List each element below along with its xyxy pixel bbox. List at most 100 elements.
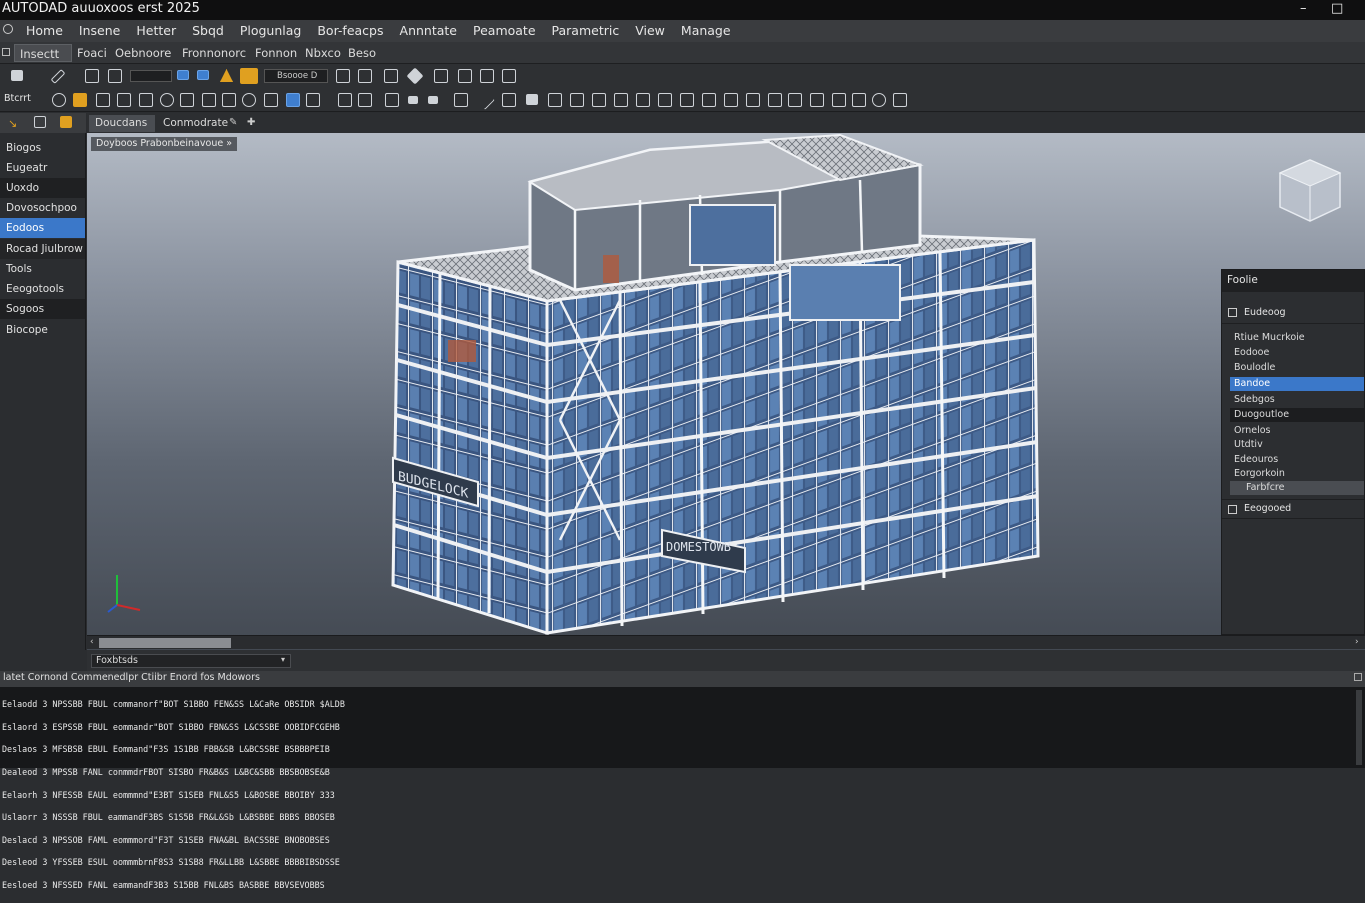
prop-item-bandoe[interactable]: Bandoe [1230, 377, 1364, 391]
menu-insert[interactable]: Insene [71, 23, 128, 38]
tab-insert[interactable]: Insectt [14, 44, 72, 62]
drawing-viewport[interactable]: BUDGELOCK DOMESTOWB [87, 113, 1365, 650]
menu-view[interactable]: View [627, 23, 673, 38]
copy-icon[interactable] [384, 69, 398, 83]
scrollbar-thumb[interactable] [99, 638, 231, 648]
tab-conmodrate[interactable]: Conmodrate [157, 115, 234, 132]
settings-icon[interactable] [893, 93, 907, 107]
break-icon[interactable] [746, 93, 760, 107]
linetype-dropdown[interactable] [130, 70, 172, 82]
view-icon[interactable] [117, 93, 131, 107]
tab-add-icon[interactable]: ✚ [247, 117, 255, 128]
tab-pin-icon[interactable]: ✎ [229, 117, 237, 128]
tab-oebnoore[interactable]: Oebnoore [110, 44, 176, 62]
scroll-right-icon[interactable]: › [1355, 637, 1359, 647]
sphere-icon[interactable] [242, 93, 256, 107]
left-item-dovosochpoo[interactable]: Dovosochpoo [0, 198, 85, 218]
left-item-uoxdo[interactable]: Uoxdo [0, 178, 85, 198]
arrow-left-icon[interactable] [197, 70, 209, 80]
grid-icon[interactable] [336, 69, 350, 83]
menu-manage[interactable]: Manage [673, 23, 739, 38]
dimension-icon[interactable] [810, 93, 824, 107]
zoom-icon[interactable] [96, 93, 110, 107]
breadcrumb[interactable]: Doyboos Prabonbeinavoue » [91, 137, 238, 151]
menu-home[interactable]: Home [18, 23, 71, 38]
brush-icon[interactable] [85, 69, 99, 83]
left-item-tools[interactable]: Tools [0, 259, 85, 279]
align-icon[interactable] [788, 93, 802, 107]
array-icon[interactable] [548, 93, 562, 107]
menu-sbqd[interactable]: Sbqd [184, 23, 232, 38]
minimize-button[interactable]: – [1300, 1, 1307, 16]
move-icon[interactable] [658, 93, 672, 107]
measure-icon[interactable] [454, 93, 468, 107]
highlight-icon[interactable] [240, 68, 258, 84]
fillet-icon[interactable] [526, 94, 538, 105]
prop-item-farbfcre[interactable]: Farbfcre [1230, 481, 1364, 495]
arrow-icon[interactable] [177, 70, 189, 80]
frame-icon[interactable] [358, 69, 372, 83]
command-close-icon[interactable] [1354, 673, 1362, 681]
menu-bor-feacps[interactable]: Bor-feacps [309, 23, 391, 38]
cylinder-icon[interactable] [222, 93, 236, 107]
box-icon[interactable] [180, 93, 194, 107]
window-icon[interactable] [480, 69, 494, 83]
left-item-eugeatr[interactable]: Eugeatr [0, 158, 85, 178]
model-select[interactable]: Foxbtsds ▾ [91, 654, 291, 668]
leader-icon[interactable] [852, 93, 866, 107]
snap-icon[interactable] [434, 69, 448, 83]
save-icon[interactable] [11, 70, 23, 81]
prop-item-eodooe[interactable]: Eodooe [1230, 346, 1364, 360]
circle-icon[interactable] [872, 93, 886, 107]
block-icon[interactable] [458, 69, 472, 83]
prop-item-rtiue-mucrkoie[interactable]: Rtiue Mucrkoie [1230, 331, 1364, 345]
panel-options-icon[interactable] [60, 116, 72, 128]
menu-hetter[interactable]: Hetter [128, 23, 184, 38]
command-scrollbar[interactable] [1356, 690, 1362, 765]
text-icon[interactable] [832, 93, 846, 107]
view-cube-icon[interactable] [1275, 155, 1345, 235]
left-item-biocope[interactable]: Biocope [0, 320, 85, 340]
extend-icon[interactable] [502, 93, 516, 107]
pan-icon[interactable] [73, 93, 87, 107]
menu-plogunlag[interactable]: Plogunlag [232, 23, 310, 38]
panel-grid-icon[interactable] [34, 116, 46, 128]
hatch-icon[interactable] [358, 93, 372, 107]
rotate-icon[interactable] [160, 93, 174, 107]
chamfer-icon[interactable] [768, 93, 782, 107]
camera-icon[interactable] [139, 93, 153, 107]
prop-item-eorgorkoin[interactable]: Eorgorkoin [1230, 467, 1364, 481]
offset-icon[interactable] [592, 93, 606, 107]
copy-object-icon[interactable] [680, 93, 694, 107]
section-toggle-icon[interactable] [1228, 308, 1237, 317]
join-icon[interactable] [724, 93, 738, 107]
mirror-icon[interactable] [570, 93, 584, 107]
explode-icon[interactable] [702, 93, 716, 107]
left-item-eodoos[interactable]: Eodoos [0, 218, 85, 238]
left-item-biogos[interactable]: Biogos [0, 138, 85, 158]
menu-annotate[interactable]: Annntate [392, 23, 465, 38]
menu-peamoate[interactable]: Peamoate [465, 23, 544, 38]
pin-icon[interactable]: ↘ [8, 117, 20, 130]
left-item-rocad-jiulbrow[interactable]: Rocad Jiulbrow [0, 239, 85, 259]
tab-fronnonorc[interactable]: Fronnonorc [177, 44, 251, 62]
prop-item-duogoutloe[interactable]: Duogoutloe [1230, 408, 1364, 422]
prop-item-sdebgos[interactable]: Sdebgos [1230, 393, 1364, 407]
scale-icon[interactable] [636, 93, 650, 107]
menu-parametric[interactable]: Parametric [544, 23, 628, 38]
style-dropdown[interactable]: Bsoooe D [264, 69, 328, 83]
left-item-eeogotools[interactable]: Eeogotools [0, 279, 85, 299]
tab-nbxco[interactable]: Nbxco [300, 44, 346, 62]
person-icon[interactable] [385, 93, 399, 107]
horizontal-scrollbar[interactable]: ‹ › [87, 635, 1365, 649]
warning-icon[interactable] [220, 69, 233, 82]
tab-foaci[interactable]: Foaci [72, 44, 112, 62]
orbit-icon[interactable] [52, 93, 66, 107]
prop-item-edeouros[interactable]: Edeouros [1230, 453, 1364, 467]
wedge-icon[interactable] [202, 93, 216, 107]
app-menu-icon[interactable] [3, 24, 13, 34]
tab-fonnon[interactable]: Fonnon [250, 44, 302, 62]
maximize-button[interactable]: □ [1331, 1, 1343, 16]
scroll-left-icon[interactable]: ‹ [90, 637, 94, 647]
fill-icon[interactable] [408, 96, 418, 104]
